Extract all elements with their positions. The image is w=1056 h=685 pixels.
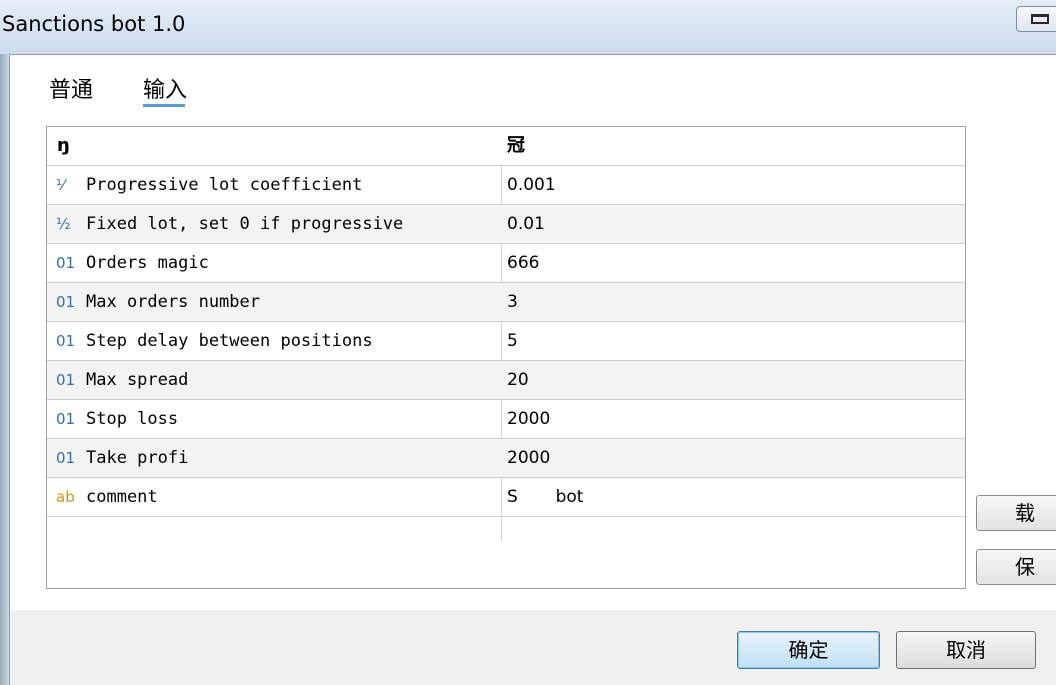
window-left-border xyxy=(0,54,9,685)
param-name: ⅟ Progressive lot coefficient xyxy=(47,166,501,204)
table-row[interactable]: 01 Max orders number 3 xyxy=(47,283,965,322)
cancel-button[interactable]: 取消 xyxy=(896,631,1036,669)
load-button[interactable]: 载 xyxy=(976,495,1056,531)
double-type-icon: ½ xyxy=(56,215,71,233)
tab-inputs[interactable]: 输入 xyxy=(143,72,187,104)
save-button[interactable]: 保 xyxy=(976,549,1056,585)
param-name: 01 Max spread xyxy=(47,361,501,399)
grid-header-row: ŋ 冠 xyxy=(47,127,965,166)
param-value[interactable]: 2000 xyxy=(507,400,957,438)
table-row[interactable]: ⅟ Progressive lot coefficient 0.001 xyxy=(47,166,965,205)
title-bar: Sanctions bot 1.0 xyxy=(0,0,1056,54)
table-row[interactable]: 01 Max spread 20 xyxy=(47,361,965,400)
integer-type-icon: 01 xyxy=(56,254,76,272)
integer-type-icon: 01 xyxy=(56,410,76,428)
param-value[interactable]: 20 xyxy=(507,361,957,399)
param-value[interactable]: S bot xyxy=(507,478,957,516)
table-row[interactable]: 01 Stop loss 2000 xyxy=(47,400,965,439)
integer-type-icon: 01 xyxy=(56,449,76,467)
param-name: 01 Max orders number xyxy=(47,283,501,321)
param-value[interactable]: 666 xyxy=(507,244,957,282)
active-tab-indicator xyxy=(143,104,185,107)
param-name: ab comment xyxy=(47,478,501,516)
param-value[interactable]: 5 xyxy=(507,322,957,360)
param-value[interactable]: 3 xyxy=(507,283,957,321)
table-row[interactable]: ½ Fixed lot, set 0 if progressive 0.01 xyxy=(47,205,965,244)
header-value[interactable]: 冠 xyxy=(507,127,957,165)
table-row[interactable]: 01 Orders magic 666 xyxy=(47,244,965,283)
param-name: 01 Orders magic xyxy=(47,244,501,282)
table-row[interactable]: 01 Take profi 2000 xyxy=(47,439,965,478)
string-type-icon: ab xyxy=(56,488,75,506)
integer-type-icon: 01 xyxy=(56,332,76,350)
param-name: 01 Take profi xyxy=(47,439,501,477)
param-name: 01 Stop loss xyxy=(47,400,501,438)
table-row[interactable]: ab comment S bot xyxy=(47,478,965,517)
maximize-button[interactable] xyxy=(1016,6,1056,32)
double-type-icon: ⅟ xyxy=(56,176,65,194)
header-name[interactable]: ŋ xyxy=(47,127,501,165)
param-value[interactable]: 2000 xyxy=(507,439,957,477)
param-value[interactable]: 0.001 xyxy=(507,166,957,204)
integer-type-icon: 01 xyxy=(56,371,76,389)
integer-type-icon: 01 xyxy=(56,293,76,311)
param-value[interactable]: 0.01 xyxy=(507,205,957,243)
table-row[interactable]: 01 Step delay between positions 5 xyxy=(47,322,965,361)
tab-common[interactable]: 普通 xyxy=(49,72,93,104)
maximize-icon xyxy=(1031,14,1049,24)
param-name: ½ Fixed lot, set 0 if progressive xyxy=(47,205,501,243)
param-name: 01 Step delay between positions xyxy=(47,322,501,360)
ok-button[interactable]: 确定 xyxy=(737,631,880,669)
window-title: Sanctions bot 1.0 xyxy=(2,12,186,36)
inputs-grid: ŋ 冠 ⅟ Progressive lot coefficient 0.001 ½… xyxy=(46,126,966,589)
